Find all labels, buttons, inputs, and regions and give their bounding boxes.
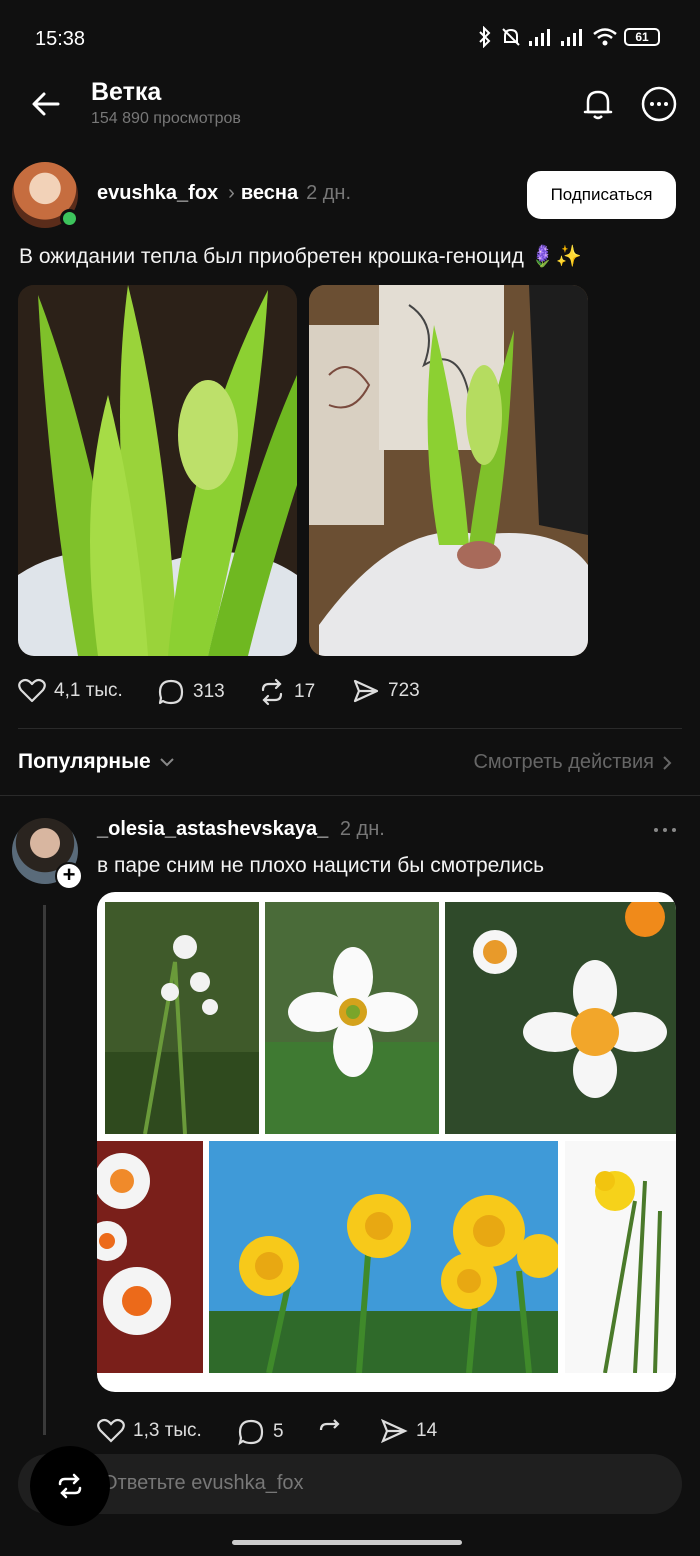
post-text: В ожидании тепла был приобретен крошка-г… bbox=[19, 245, 582, 268]
back-button[interactable] bbox=[28, 86, 64, 122]
comment-button[interactable]: 313 bbox=[157, 678, 225, 706]
view-count: 154 890 просмотров bbox=[91, 110, 241, 127]
thread-line bbox=[43, 905, 46, 1435]
arrow-left-icon bbox=[32, 92, 60, 116]
narcissus-photo-4 bbox=[97, 1141, 203, 1373]
online-indicator bbox=[60, 209, 79, 228]
like-button[interactable]: 4,1 тыс. bbox=[18, 678, 123, 704]
follow-plus-icon[interactable]: + bbox=[55, 862, 83, 890]
repost-icon bbox=[58, 1473, 82, 1499]
post-image-hyacinth-closeup[interactable] bbox=[18, 285, 297, 656]
comment-count: 313 bbox=[193, 681, 225, 702]
narcissus-photo-5 bbox=[209, 1141, 558, 1373]
like-count: 4,1 тыс. bbox=[54, 680, 123, 701]
send-icon bbox=[380, 1418, 408, 1444]
heart-icon bbox=[97, 1418, 125, 1443]
narcissus-photo-1 bbox=[105, 902, 259, 1134]
send-icon bbox=[353, 679, 379, 703]
repost-button[interactable]: 17 bbox=[258, 678, 315, 706]
more-horizontal-icon bbox=[641, 86, 677, 122]
comment-icon bbox=[158, 679, 184, 705]
more-options-button[interactable] bbox=[639, 84, 679, 124]
reply-time: 2 дн. bbox=[339, 818, 385, 840]
bluetooth-icon bbox=[479, 26, 491, 48]
reply-like-count: 1,3 тыс. bbox=[133, 1420, 202, 1441]
reply-text: в паре сним не плохо нацисти бы смотрели… bbox=[97, 854, 545, 877]
reply-repost-button[interactable] bbox=[316, 1418, 344, 1446]
reply-meta: _olesia_astashevskaya_ 2 дн. bbox=[97, 818, 385, 841]
reply-author-name[interactable]: _olesia_astashevskaya_ bbox=[97, 818, 328, 840]
narcissus-photo-2 bbox=[265, 902, 439, 1134]
narcissus-photo-6 bbox=[565, 1141, 676, 1373]
repost-icon bbox=[261, 678, 283, 706]
status-icons: 61 bbox=[476, 26, 660, 48]
home-indicator bbox=[232, 1540, 462, 1545]
hyacinth-photo-1 bbox=[18, 285, 297, 656]
share-button[interactable]: 723 bbox=[352, 678, 420, 704]
author-name[interactable]: evushka_fox bbox=[97, 182, 218, 205]
divider bbox=[18, 728, 682, 729]
sort-label: Популярные bbox=[18, 750, 151, 773]
reply-like-button[interactable]: 1,3 тыс. bbox=[97, 1418, 202, 1444]
hyacinth-photo-2 bbox=[309, 285, 588, 656]
repost-count: 17 bbox=[294, 681, 316, 702]
post-meta: evushka_fox › весна 2 дн. bbox=[97, 182, 351, 205]
post-image-hyacinth-desk[interactable] bbox=[309, 285, 588, 656]
narcissus-photo-3 bbox=[445, 902, 676, 1134]
comment-icon bbox=[238, 1419, 264, 1446]
reply-comment-button[interactable]: 5 bbox=[237, 1418, 284, 1446]
share-count: 723 bbox=[388, 680, 420, 701]
reply-share-button[interactable]: 14 bbox=[380, 1418, 437, 1444]
chevron-right-icon bbox=[663, 755, 672, 770]
repost-icon bbox=[319, 1419, 340, 1431]
reply-comment-count: 5 bbox=[273, 1421, 284, 1442]
signal-icon-1 bbox=[529, 29, 550, 46]
reply-input-placeholder: Ответьте evushka_fox bbox=[102, 1472, 304, 1494]
mute-icon bbox=[502, 28, 520, 46]
wifi-icon bbox=[593, 28, 617, 46]
topic-name[interactable]: весна bbox=[241, 182, 298, 205]
sort-dropdown[interactable]: Популярные bbox=[18, 750, 175, 774]
reply-image-collage[interactable] bbox=[97, 892, 676, 1392]
reply-more-button[interactable] bbox=[651, 818, 679, 842]
notifications-button[interactable] bbox=[578, 84, 618, 124]
view-actions-link[interactable]: Смотреть действия bbox=[473, 751, 672, 774]
bell-icon bbox=[583, 90, 613, 120]
divider bbox=[0, 795, 700, 796]
heart-icon bbox=[18, 678, 46, 703]
repost-fab-button[interactable] bbox=[30, 1446, 110, 1526]
chevron-right-icon: › bbox=[228, 182, 235, 204]
battery-indicator: 61 bbox=[624, 28, 660, 46]
status-time: 15:38 bbox=[35, 28, 86, 50]
page-title: Ветка bbox=[91, 78, 162, 106]
reply-share-count: 14 bbox=[416, 1420, 438, 1441]
subscribe-button[interactable]: Подписаться bbox=[527, 171, 676, 219]
signal-icon-2 bbox=[561, 29, 582, 46]
post-time: 2 дн. bbox=[306, 182, 352, 204]
more-horizontal-icon bbox=[654, 828, 676, 832]
view-actions-label: Смотреть действия bbox=[473, 751, 654, 773]
chevron-down-icon bbox=[160, 758, 174, 767]
